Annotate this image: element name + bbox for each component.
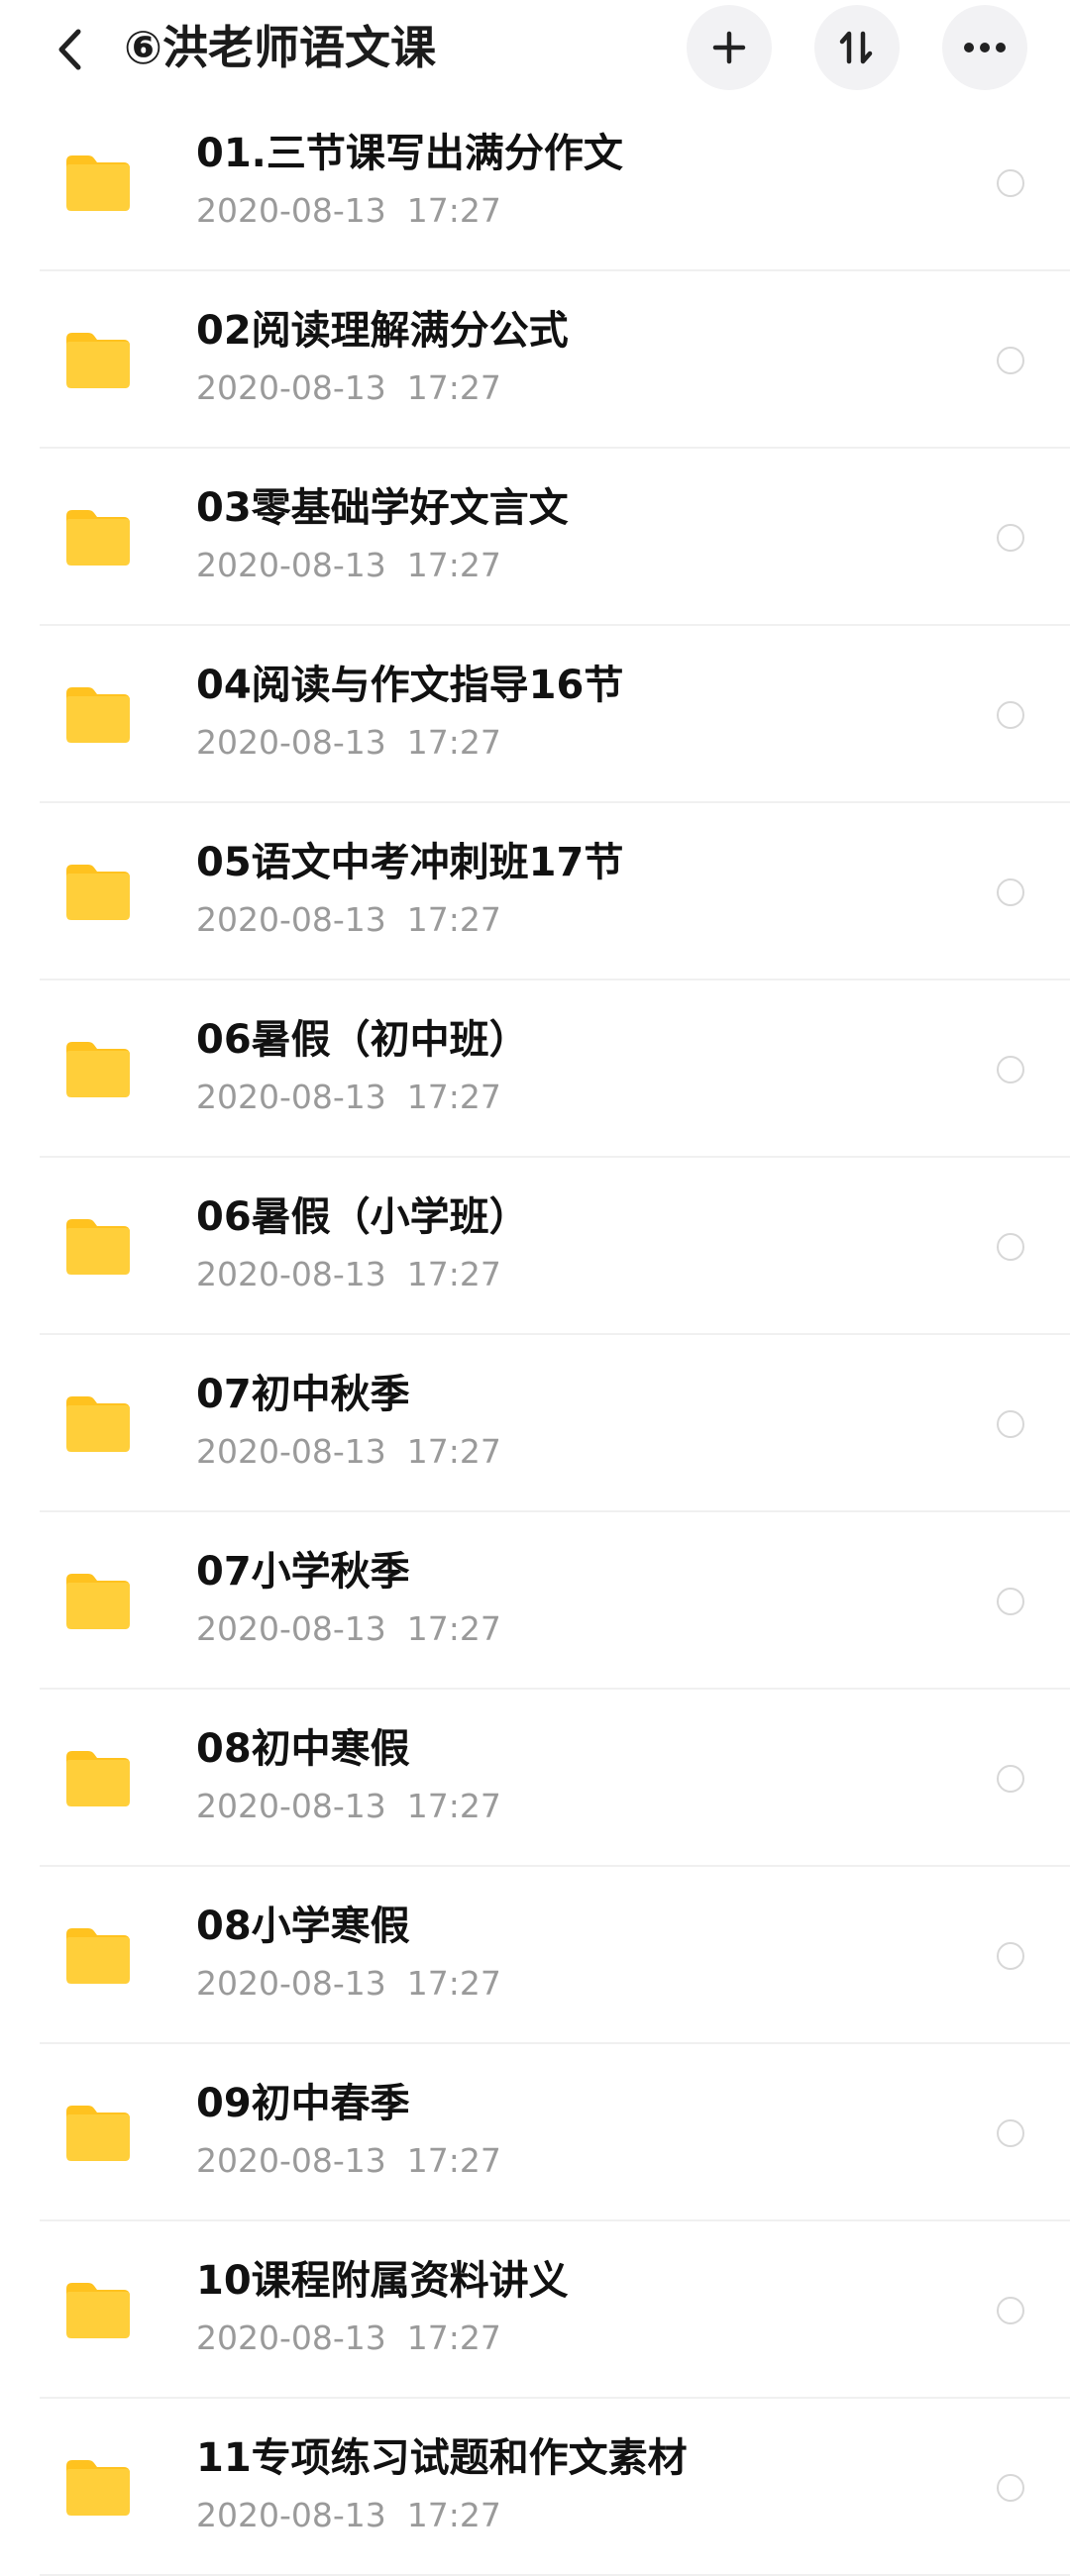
folder-icon	[66, 687, 130, 743]
select-radio[interactable]	[997, 1942, 1024, 1970]
sort-button[interactable]	[814, 5, 900, 90]
plus-icon	[712, 31, 746, 64]
select-radio[interactable]	[997, 2297, 1024, 2324]
folder-row[interactable]: 07初中秋季 2020-08-13 17:27	[0, 1335, 1070, 1512]
select-radio[interactable]	[997, 878, 1024, 906]
select-radio[interactable]	[997, 2119, 1024, 2147]
folder-icon	[66, 333, 130, 388]
select-radio[interactable]	[997, 1588, 1024, 1615]
more-button[interactable]	[942, 5, 1027, 90]
folder-name: 01.三节课写出满分作文	[196, 131, 623, 176]
select-radio[interactable]	[997, 347, 1024, 374]
chevron-left-icon	[58, 29, 81, 70]
folder-name: 09初中春季	[196, 2081, 410, 2126]
more-horizontal-icon	[964, 43, 1006, 52]
select-radio[interactable]	[997, 2474, 1024, 2502]
folder-name: 11专项练习试题和作文素材	[196, 2435, 688, 2481]
folder-name: 10课程附属资料讲义	[196, 2258, 569, 2304]
select-radio[interactable]	[997, 1233, 1024, 1261]
folder-name: 06暑假（初中班）	[196, 1017, 529, 1063]
folder-name: 03零基础学好文言文	[196, 485, 569, 531]
folder-date: 2020-08-13 17:27	[196, 723, 501, 762]
select-radio[interactable]	[997, 1056, 1024, 1083]
folder-row[interactable]: 02阅读理解满分公式 2020-08-13 17:27	[0, 271, 1070, 449]
folder-date: 2020-08-13 17:27	[196, 1609, 501, 1648]
add-button[interactable]	[687, 5, 772, 90]
folder-date: 2020-08-13 17:27	[196, 1255, 501, 1293]
folder-row[interactable]: 05语文中考冲刺班17节 2020-08-13 17:27	[0, 803, 1070, 980]
folder-icon	[66, 1574, 130, 1629]
folder-date: 2020-08-13 17:27	[196, 368, 501, 407]
folder-row[interactable]: 01.三节课写出满分作文 2020-08-13 17:27	[0, 94, 1070, 271]
folder-row[interactable]: 06暑假（初中班） 2020-08-13 17:27	[0, 980, 1070, 1158]
file-list: 01.三节课写出满分作文 2020-08-13 17:27 02阅读理解满分公式…	[0, 94, 1070, 2576]
folder-row[interactable]: 04阅读与作文指导16节 2020-08-13 17:27	[0, 626, 1070, 803]
folder-icon	[66, 510, 130, 566]
folder-date: 2020-08-13 17:27	[196, 1432, 501, 1471]
select-radio[interactable]	[997, 524, 1024, 552]
folder-date: 2020-08-13 17:27	[196, 191, 501, 230]
folder-name: 07初中秋季	[196, 1372, 410, 1417]
folder-date: 2020-08-13 17:27	[196, 2141, 501, 2180]
folder-row[interactable]: 06暑假（小学班） 2020-08-13 17:27	[0, 1158, 1070, 1335]
folder-icon	[66, 2460, 130, 2516]
folder-icon	[66, 865, 130, 920]
folder-row[interactable]: 10课程附属资料讲义 2020-08-13 17:27	[0, 2221, 1070, 2399]
folder-row[interactable]: 07小学秋季 2020-08-13 17:27	[0, 1512, 1070, 1690]
folder-name: 02阅读理解满分公式	[196, 308, 569, 354]
folder-icon	[66, 1928, 130, 1984]
folder-date: 2020-08-13 17:27	[196, 1078, 501, 1116]
select-radio[interactable]	[997, 169, 1024, 197]
folder-row[interactable]: 08初中寒假 2020-08-13 17:27	[0, 1690, 1070, 1867]
folder-icon	[66, 1042, 130, 1097]
sort-icon	[839, 31, 873, 64]
folder-date: 2020-08-13 17:27	[196, 2496, 501, 2534]
folder-row[interactable]: 11专项练习试题和作文素材 2020-08-13 17:27	[0, 2399, 1070, 2576]
back-button[interactable]	[40, 20, 99, 79]
folder-date: 2020-08-13 17:27	[196, 900, 501, 939]
folder-name: 08小学寒假	[196, 1904, 410, 1949]
folder-name: 07小学秋季	[196, 1549, 410, 1595]
folder-date: 2020-08-13 17:27	[196, 1964, 501, 2003]
folder-date: 2020-08-13 17:27	[196, 2318, 501, 2357]
folder-row[interactable]: 03零基础学好文言文 2020-08-13 17:27	[0, 449, 1070, 626]
folder-name: 04阅读与作文指导16节	[196, 663, 624, 708]
select-radio[interactable]	[997, 1410, 1024, 1438]
top-bar: ⑥洪老师语文课	[0, 0, 1070, 109]
folder-icon	[66, 1396, 130, 1452]
page-title: ⑥洪老师语文课	[124, 21, 436, 74]
folder-row[interactable]: 08小学寒假 2020-08-13 17:27	[0, 1867, 1070, 2044]
folder-name: 06暑假（小学班）	[196, 1194, 529, 1240]
select-radio[interactable]	[997, 1765, 1024, 1793]
folder-name: 05语文中考冲刺班17节	[196, 840, 624, 885]
folder-name: 08初中寒假	[196, 1726, 410, 1772]
folder-row[interactable]: 09初中春季 2020-08-13 17:27	[0, 2044, 1070, 2221]
folder-icon	[66, 1751, 130, 1806]
folder-icon	[66, 2106, 130, 2161]
select-radio[interactable]	[997, 701, 1024, 729]
folder-icon	[66, 1219, 130, 1275]
folder-icon	[66, 2283, 130, 2338]
folder-icon	[66, 155, 130, 211]
folder-date: 2020-08-13 17:27	[196, 1787, 501, 1825]
folder-date: 2020-08-13 17:27	[196, 546, 501, 584]
